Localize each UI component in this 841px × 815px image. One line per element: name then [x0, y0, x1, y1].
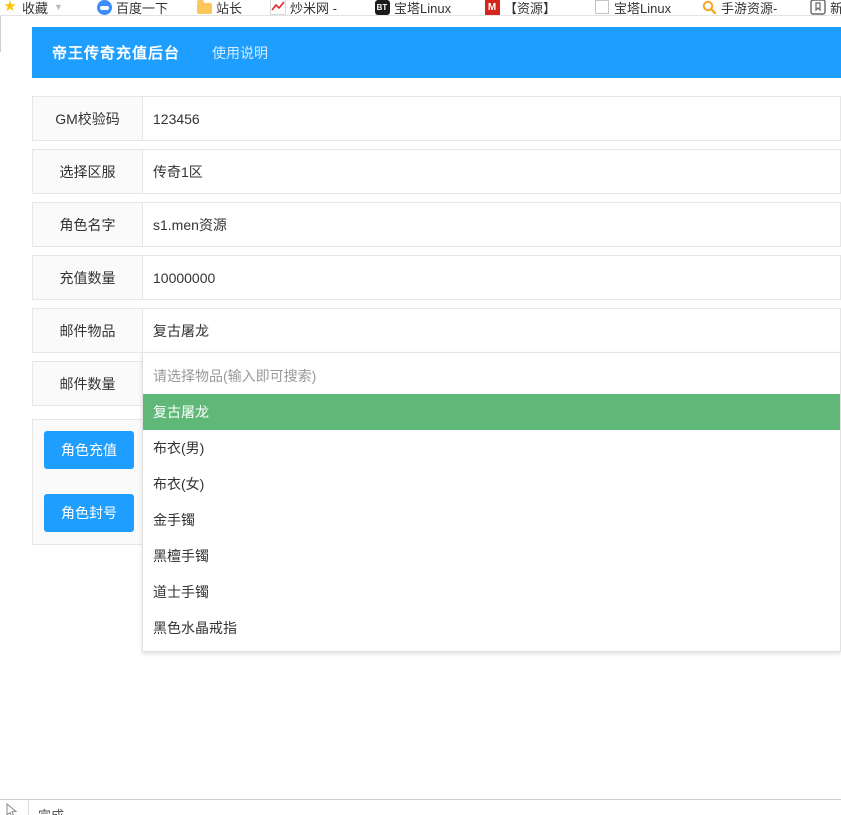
- dropdown-option-selected[interactable]: 复古屠龙: [143, 394, 840, 430]
- field-label: GM校验码: [33, 97, 143, 140]
- recharge-amount-input[interactable]: 10000000: [143, 256, 840, 299]
- gm-code-input[interactable]: 123456: [143, 97, 840, 140]
- bt-icon: BT: [374, 0, 390, 15]
- dropdown-placeholder: 请选择物品(输入即可搜索): [143, 358, 840, 394]
- form-row-mail-item: 邮件物品 复古屠龙: [32, 308, 841, 353]
- server-select[interactable]: 传奇1区: [143, 150, 840, 193]
- bookmark-baidu[interactable]: 百度一下: [96, 0, 168, 16]
- bookmark-chaomiwang[interactable]: 炒米网 -: [270, 0, 337, 16]
- status-bar: 完成: [0, 799, 841, 815]
- bookmark-label: 手游资源-: [721, 0, 777, 16]
- field-label: 邮件数量: [33, 362, 143, 405]
- dropdown-option[interactable]: 黑色水晶戒指: [143, 610, 840, 646]
- bookmark-label: 炒米网 -: [290, 0, 337, 16]
- bookmark-label: 新: [830, 0, 841, 16]
- field-label: 充值数量: [33, 256, 143, 299]
- bookmark-label: 宝塔Linux: [614, 0, 671, 16]
- bookmark-baota-linux-1[interactable]: BT 宝塔Linux: [374, 0, 451, 16]
- bookmark-zhanzhang[interactable]: 站长: [196, 0, 242, 16]
- bookmark-shouyou-ziyuan[interactable]: 手游资源-: [701, 0, 777, 16]
- mail-item-select[interactable]: 复古屠龙: [143, 309, 840, 352]
- folder-icon: [196, 0, 212, 15]
- form-row-server: 选择区服 传奇1区: [32, 149, 841, 194]
- page: ★ 收藏 ▼ 百度一下 站长 炒米网 - BT 宝塔Linux M 【资源】: [0, 0, 841, 815]
- action-buttons-panel: 角色充值 角色封号: [32, 419, 144, 545]
- bookmark-baota-linux-2[interactable]: 宝塔Linux: [594, 0, 671, 16]
- star-icon: ★: [2, 0, 18, 15]
- window-edge-line: [0, 16, 1, 52]
- form-row-character-name: 角色名字 s1.men资源: [32, 202, 841, 247]
- cursor-arrow-icon: [5, 803, 19, 815]
- dropdown-option[interactable]: 道士手镯: [143, 574, 840, 610]
- dropdown-option[interactable]: 布衣(男): [143, 430, 840, 466]
- bookmark-label: 【资源】: [504, 0, 556, 16]
- bookmark-label: 站长: [216, 0, 242, 16]
- bookmark-label: 百度一下: [116, 0, 168, 16]
- character-name-input[interactable]: s1.men资源: [143, 203, 840, 246]
- nav-item-instructions[interactable]: 使用说明: [212, 43, 268, 63]
- dropdown-option[interactable]: 布衣(女): [143, 466, 840, 502]
- status-text: 完成: [38, 805, 64, 815]
- dropdown-option[interactable]: 金手镯: [143, 502, 840, 538]
- bookmark-label: 收藏: [22, 0, 48, 16]
- bookmark-add-icon: [810, 0, 826, 15]
- page-title: 帝王传奇充值后台: [52, 42, 180, 63]
- m-icon: M: [484, 0, 500, 15]
- field-label: 角色名字: [33, 203, 143, 246]
- bookmark-label: 宝塔Linux: [394, 0, 451, 16]
- app-header: 帝王传奇充值后台 使用说明: [32, 27, 841, 78]
- orange-search-icon: [701, 0, 717, 15]
- bookmark-ziyuan[interactable]: M 【资源】: [484, 0, 556, 16]
- bookmarks-bar: ★ 收藏 ▼ 百度一下 站长 炒米网 - BT 宝塔Linux M 【资源】: [0, 0, 841, 16]
- bookmark-new[interactable]: 新: [810, 0, 841, 16]
- ban-button[interactable]: 角色封号: [44, 494, 134, 532]
- baidu-icon: [96, 0, 112, 15]
- item-select-dropdown: 请选择物品(输入即可搜索) 复古屠龙 布衣(男) 布衣(女) 金手镯 黑檀手镯 …: [142, 352, 841, 652]
- recharge-button[interactable]: 角色充值: [44, 431, 134, 469]
- line-chart-icon: [270, 0, 286, 15]
- status-divider: [28, 800, 29, 815]
- form-row-gm-code: GM校验码 123456: [32, 96, 841, 141]
- form-row-recharge-amount: 充值数量 10000000: [32, 255, 841, 300]
- chevron-down-icon[interactable]: ▼: [54, 2, 63, 12]
- bookmark-favorites[interactable]: ★ 收藏 ▼: [2, 0, 63, 16]
- dropdown-option[interactable]: 黑檀手镯: [143, 538, 840, 574]
- blank-favicon-icon: [594, 0, 610, 15]
- field-label: 邮件物品: [33, 309, 143, 352]
- field-label: 选择区服: [33, 150, 143, 193]
